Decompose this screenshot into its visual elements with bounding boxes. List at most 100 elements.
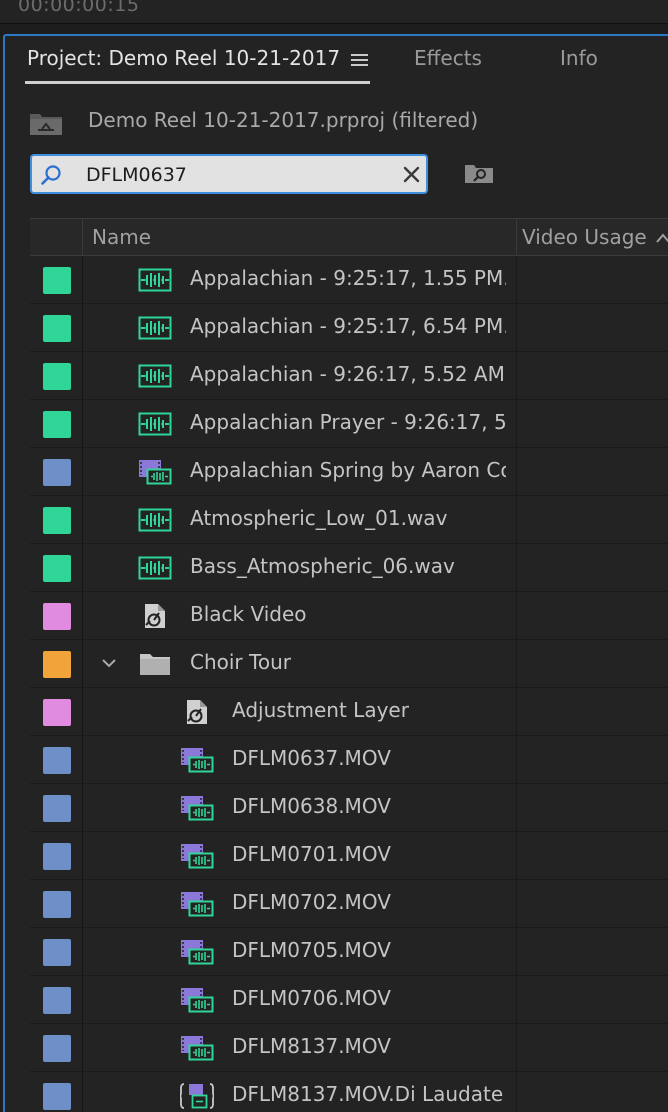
label-cell[interactable] xyxy=(30,784,83,831)
search-field[interactable] xyxy=(30,154,428,194)
timecode-display[interactable]: 00:00:00:15 xyxy=(18,0,139,16)
sort-ascending-icon[interactable] xyxy=(656,233,668,243)
tab-info[interactable]: Info xyxy=(560,46,598,70)
column-divider xyxy=(516,304,517,351)
table-row[interactable]: DFLM0637.MOV xyxy=(30,736,668,784)
item-name[interactable]: Appalachian - 9:25:17, 6.54 PM.n xyxy=(190,314,506,338)
item-name[interactable]: Choir Tour xyxy=(190,650,506,674)
av-clip-icon xyxy=(180,747,214,773)
table-row[interactable]: DFLM8137.MOV.Di Laudate xyxy=(30,1072,668,1112)
label-cell[interactable] xyxy=(30,592,83,639)
label-color-swatch[interactable] xyxy=(43,939,71,966)
label-color-swatch[interactable] xyxy=(43,267,71,294)
label-color-swatch[interactable] xyxy=(43,411,71,438)
label-color-swatch[interactable] xyxy=(43,555,71,582)
item-name[interactable]: DFLM0702.MOV xyxy=(232,890,506,914)
audio-clip-icon xyxy=(138,363,172,389)
label-color-swatch[interactable] xyxy=(43,891,71,918)
label-color-swatch[interactable] xyxy=(43,1083,71,1110)
label-color-swatch[interactable] xyxy=(43,843,71,870)
label-color-swatch[interactable] xyxy=(43,507,71,534)
item-name[interactable]: DFLM0705.MOV xyxy=(232,938,506,962)
table-row[interactable]: Appalachian Spring by Aaron Co xyxy=(30,448,668,496)
item-name[interactable]: DFLM8137.MOV xyxy=(232,1034,506,1058)
bin-folder-icon xyxy=(138,651,172,677)
label-color-swatch[interactable] xyxy=(43,699,71,726)
table-row[interactable]: DFLM0702.MOV xyxy=(30,880,668,928)
search-icon xyxy=(41,165,61,185)
table-row[interactable]: Appalachian Prayer - 9:26:17, 5.5 xyxy=(30,400,668,448)
label-cell[interactable] xyxy=(30,400,83,447)
table-row[interactable]: DFLM8137.MOV xyxy=(30,1024,668,1072)
table-row[interactable]: Choir Tour xyxy=(30,640,668,688)
label-color-swatch[interactable] xyxy=(43,1035,71,1062)
table-row[interactable]: Appalachian - 9:25:17, 6.54 PM.n xyxy=(30,304,668,352)
chevron-down-icon[interactable] xyxy=(102,658,116,668)
item-name[interactable]: Black Video xyxy=(190,602,506,626)
table-row[interactable]: Adjustment Layer xyxy=(30,688,668,736)
tab-project[interactable]: Project: Demo Reel 10-21-2017 xyxy=(27,46,340,70)
label-cell[interactable] xyxy=(30,1024,83,1071)
label-cell[interactable] xyxy=(30,448,83,495)
table-row[interactable]: Appalachian - 9:26:17, 5.52 AM.w xyxy=(30,352,668,400)
label-cell[interactable] xyxy=(30,832,83,879)
item-name[interactable]: DFLM0701.MOV xyxy=(232,842,506,866)
item-name[interactable]: DFLM0706.MOV xyxy=(232,986,506,1010)
table-row[interactable]: DFLM0706.MOV xyxy=(30,976,668,1024)
label-cell[interactable] xyxy=(30,496,83,543)
table-row[interactable]: DFLM0701.MOV xyxy=(30,832,668,880)
label-color-swatch[interactable] xyxy=(43,795,71,822)
tab-effects[interactable]: Effects xyxy=(414,46,482,70)
label-color-swatch[interactable] xyxy=(43,747,71,774)
table-row[interactable]: Black Video xyxy=(30,592,668,640)
label-color-swatch[interactable] xyxy=(43,651,71,678)
column-divider xyxy=(516,544,517,591)
panel-menu-icon[interactable] xyxy=(351,54,368,66)
table-row[interactable]: Bass_Atmospheric_06.wav xyxy=(30,544,668,592)
item-name[interactable]: Atmospheric_Low_01.wav xyxy=(190,506,506,530)
label-column-header[interactable] xyxy=(30,219,83,255)
label-cell[interactable] xyxy=(30,736,83,783)
item-name[interactable]: Appalachian - 9:25:17, 1.55 PM.n xyxy=(190,266,506,290)
label-cell[interactable] xyxy=(30,928,83,975)
label-cell[interactable] xyxy=(30,688,83,735)
item-name[interactable]: Appalachian - 9:26:17, 5.52 AM.w xyxy=(190,362,506,386)
column-divider xyxy=(516,880,517,927)
label-cell[interactable] xyxy=(30,880,83,927)
av-clip-icon xyxy=(138,459,172,485)
project-bin-icon[interactable] xyxy=(29,110,63,136)
table-row[interactable]: Atmospheric_Low_01.wav xyxy=(30,496,668,544)
clear-search-icon[interactable] xyxy=(402,165,421,184)
column-divider xyxy=(516,400,517,447)
label-cell[interactable] xyxy=(30,256,83,303)
panel-tabs: Project: Demo Reel 10-21-2017 Effects In… xyxy=(5,36,668,86)
label-cell[interactable] xyxy=(30,1072,83,1112)
find-icon[interactable] xyxy=(464,162,494,184)
item-name[interactable]: Appalachian Prayer - 9:26:17, 5.5 xyxy=(190,410,506,434)
label-cell[interactable] xyxy=(30,640,83,687)
label-cell[interactable] xyxy=(30,976,83,1023)
label-cell[interactable] xyxy=(30,304,83,351)
video-usage-column-header[interactable]: Video Usage xyxy=(522,225,647,249)
item-name[interactable]: DFLM0638.MOV xyxy=(232,794,506,818)
column-divider[interactable] xyxy=(516,219,517,255)
item-name[interactable]: DFLM8137.MOV.Di Laudate xyxy=(232,1082,506,1106)
label-cell[interactable] xyxy=(30,352,83,399)
label-color-swatch[interactable] xyxy=(43,603,71,630)
item-name[interactable]: DFLM0637.MOV xyxy=(232,746,506,770)
item-name[interactable]: Appalachian Spring by Aaron Co xyxy=(190,458,506,482)
item-name[interactable]: Bass_Atmospheric_06.wav xyxy=(190,554,506,578)
name-column-header[interactable]: Name xyxy=(92,225,151,249)
label-color-swatch[interactable] xyxy=(43,987,71,1014)
item-name[interactable]: Adjustment Layer xyxy=(232,698,506,722)
table-row[interactable]: Appalachian - 9:25:17, 1.55 PM.n xyxy=(30,256,668,304)
label-color-swatch[interactable] xyxy=(43,315,71,342)
label-color-swatch[interactable] xyxy=(43,363,71,390)
table-row[interactable]: DFLM0638.MOV xyxy=(30,784,668,832)
active-tab-indicator xyxy=(25,81,370,84)
search-input[interactable] xyxy=(86,161,386,189)
av-clip-icon xyxy=(180,891,214,917)
label-cell[interactable] xyxy=(30,544,83,591)
label-color-swatch[interactable] xyxy=(43,459,71,486)
table-row[interactable]: DFLM0705.MOV xyxy=(30,928,668,976)
